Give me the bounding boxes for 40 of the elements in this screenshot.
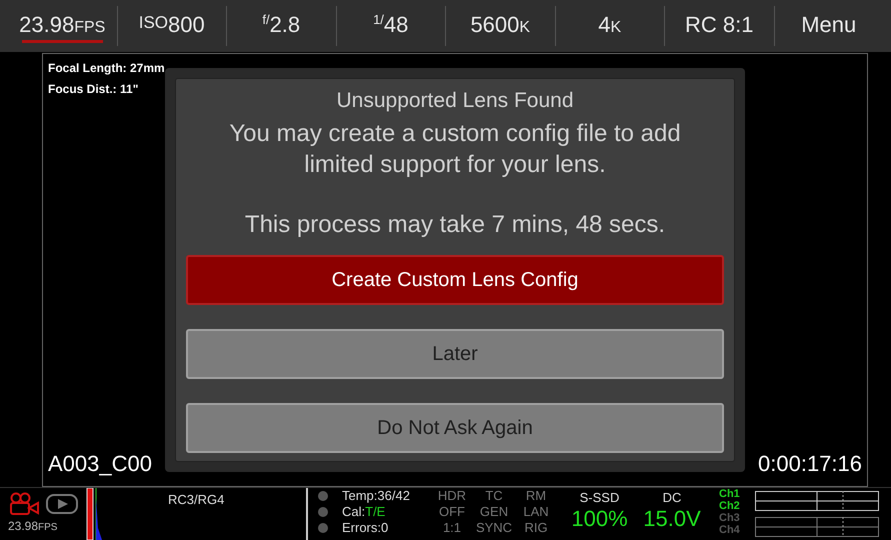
look-text: RC3/RG4	[168, 491, 224, 509]
mode-text: SYNC	[476, 520, 512, 536]
power-value: 15.0V	[643, 508, 701, 530]
mode-text: RM	[526, 488, 546, 504]
dialog-title: Unsupported Lens Found	[336, 88, 574, 114]
duration-text: This process may take 7 mins, 48 secs.	[244, 210, 666, 240]
mode-text: 1:1	[442, 520, 462, 536]
framerate-text: 23.98FPS	[8, 518, 58, 535]
focal-length-text: Focal Length: 27mm	[48, 60, 166, 77]
dialog-button[interactable]: Do Not Ask Again	[186, 403, 724, 454]
mode-text: TC	[485, 488, 503, 504]
dialog-message: You may create a custom config file to add limited support for your lens.	[228, 119, 682, 180]
audio-channel-label: Ch1	[719, 488, 741, 500]
timecode-text: 0:00:17:16	[758, 450, 862, 478]
top-bar-setting[interactable]: 23.98FPS	[8, 6, 116, 46]
media-value: 100%	[571, 508, 628, 530]
media-label: S-SSD	[580, 489, 620, 507]
dialog-button[interactable]: Create Custom Lens Config	[186, 255, 724, 306]
audio-channel-label: Ch3	[719, 512, 741, 524]
audio-channel-label: Ch2	[719, 500, 741, 512]
video-camera-icon[interactable]	[8, 492, 42, 516]
top-bar-setting[interactable]: 4K	[554, 6, 664, 46]
top-bar-setting[interactable]: Menu	[774, 6, 883, 46]
status-text: Errors:0	[342, 520, 388, 536]
play-icon[interactable]	[46, 494, 78, 514]
mode-text: LAN	[523, 504, 549, 520]
histogram-drawing	[86, 488, 103, 540]
status-text: Cal:T/E	[342, 504, 386, 520]
power-label: DC	[662, 489, 682, 507]
top-bar-setting[interactable]: 5600K	[445, 6, 554, 46]
mode-text: HDR	[438, 488, 466, 504]
focus-distance-text: Focus Dist.: 11"	[47, 80, 138, 98]
status-text: Temp:36/42	[342, 488, 410, 504]
mode-text: GEN	[480, 504, 508, 520]
clip-name-text: A003_C00	[48, 450, 152, 478]
dialog-button[interactable]: Later	[186, 329, 724, 380]
mode-text: OFF	[439, 504, 465, 520]
mode-text: RIG	[524, 520, 548, 536]
top-bar-setting[interactable]: RC 8:1	[664, 6, 774, 46]
audio-channel-label: Ch4	[719, 524, 741, 536]
